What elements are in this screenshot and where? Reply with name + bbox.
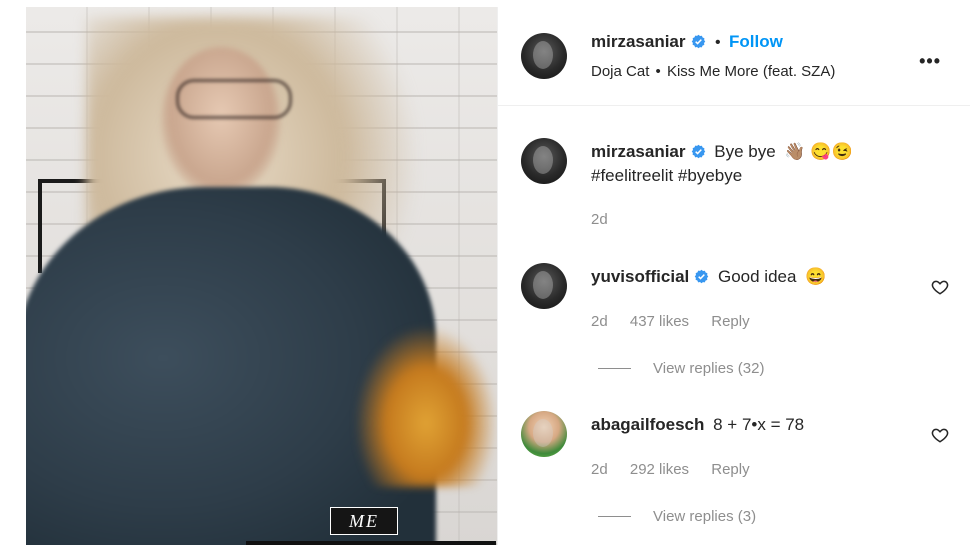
caption-username[interactable]: mirzasaniar (591, 142, 686, 161)
header-separator: • (714, 34, 721, 51)
caption-hashtags[interactable]: #feelitreelit #byebye (591, 166, 742, 185)
media-caption-bar (246, 541, 496, 545)
replies-divider (598, 516, 631, 517)
verified-badge-icon (691, 34, 705, 49)
verified-badge-icon (695, 269, 709, 284)
view-replies-button[interactable]: View replies (3) (598, 508, 756, 525)
caption-emojis: 👋🏽 😋😉 (784, 142, 853, 161)
light-flare (356, 327, 496, 487)
comment-text: Good idea (718, 267, 797, 286)
post-media[interactable]: ME (26, 7, 497, 545)
view-replies-label: View replies (32) (653, 360, 765, 377)
audio-artist: Doja Cat (591, 63, 650, 80)
reply-button[interactable]: Reply (711, 313, 749, 330)
view-replies-button[interactable]: View replies (32) (598, 360, 764, 377)
comment-body: yuvisofficial Good idea 😄 (591, 265, 826, 289)
like-heart-icon[interactable] (931, 426, 949, 444)
comment-likes[interactable]: 437 likes (630, 313, 689, 330)
author-username[interactable]: mirzasaniar (591, 32, 686, 51)
caption: mirzasaniar Bye bye 👋🏽 😋😉 #feelitreelit … (591, 140, 951, 188)
view-replies-label: View replies (3) (653, 508, 757, 525)
comment-username[interactable]: abagailfoesch (591, 415, 704, 434)
comment-emoji: 😄 (805, 267, 827, 286)
post-side-panel: mirzasaniar • Follow Doja Cat • Kiss Me … (497, 7, 970, 545)
comment-meta: 2d 292 likes Reply (591, 461, 768, 478)
verified-badge-icon (691, 144, 705, 159)
replies-divider (598, 368, 631, 369)
comment-avatar[interactable] (521, 411, 567, 457)
comment-likes[interactable]: 292 likes (630, 461, 689, 478)
reply-button[interactable]: Reply (711, 461, 749, 478)
caption-avatar[interactable] (521, 138, 567, 184)
caption-timestamp[interactable]: 2d (591, 211, 608, 228)
comment-timestamp[interactable]: 2d (591, 461, 608, 478)
media-caption-sticker: ME (330, 507, 398, 535)
caption-text: Bye bye (714, 142, 776, 161)
comment-meta: 2d 437 likes Reply (591, 313, 768, 330)
comment-text: 8 + 7•x = 78 (713, 415, 805, 434)
comment-body: abagailfoesch 8 + 7•x = 78 (591, 413, 804, 437)
blurred-face (161, 47, 281, 197)
audio-info[interactable]: Doja Cat • Kiss Me More (feat. SZA) (591, 63, 835, 80)
audio-track: Kiss Me More (feat. SZA) (666, 63, 836, 80)
post-header: mirzasaniar • Follow Doja Cat • Kiss Me … (498, 7, 970, 106)
sunglasses (176, 79, 292, 119)
audio-separator: • (655, 63, 661, 80)
author-avatar[interactable] (521, 33, 567, 79)
like-heart-icon[interactable] (931, 278, 949, 296)
comment-timestamp[interactable]: 2d (591, 313, 608, 330)
comment-username[interactable]: yuvisofficial (591, 267, 689, 286)
follow-button[interactable]: Follow (729, 32, 783, 51)
comment-avatar[interactable] (521, 263, 567, 309)
more-options-icon[interactable]: ••• (919, 51, 941, 72)
